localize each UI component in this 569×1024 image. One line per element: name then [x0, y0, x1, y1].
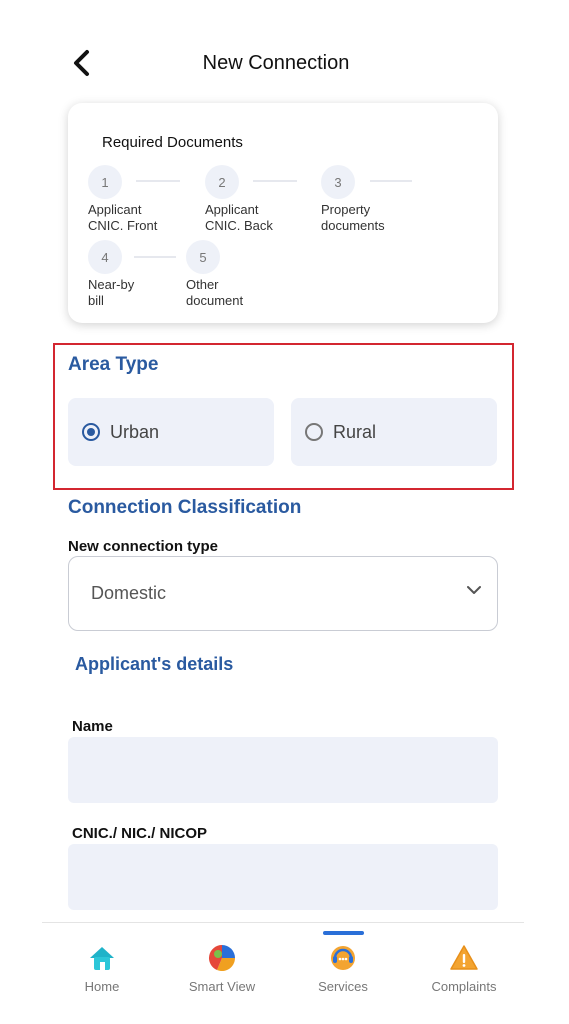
bottom-navigation: Home Smart View Services Complaints: [42, 922, 524, 1024]
nav-home[interactable]: Home: [72, 923, 132, 994]
step-number: 1: [88, 165, 122, 199]
step-number: 5: [186, 240, 220, 274]
step-connector: [136, 180, 180, 182]
step-connector: [134, 256, 176, 258]
step-3-label: Property documents: [321, 202, 385, 233]
support-agent-icon: [328, 943, 358, 973]
nav-complaints-label: Complaints: [431, 979, 497, 994]
nav-services[interactable]: Services: [308, 923, 378, 994]
step-2-label: Applicant CNIC. Back: [205, 202, 273, 233]
nav-services-label: Services: [318, 979, 368, 994]
area-type-title: Area Type: [68, 354, 159, 375]
pie-chart-icon: [207, 943, 237, 973]
step-number: 3: [321, 165, 355, 199]
step-1-label: Applicant CNIC. Front: [88, 202, 158, 233]
cnic-label: CNIC./ NIC./ NICOP: [72, 825, 208, 842]
nav-smart-view[interactable]: Smart View: [182, 923, 262, 994]
nav-smart-view-label: Smart View: [188, 979, 256, 994]
cnic-input[interactable]: [68, 844, 498, 910]
home-icon: [87, 943, 117, 973]
name-label: Name: [72, 718, 113, 735]
chevron-down-icon: [467, 586, 481, 594]
radio-urban-label: Urban: [110, 421, 160, 442]
step-1[interactable]: 1: [88, 165, 122, 199]
connection-type-label: New connection type: [68, 538, 219, 555]
radio-unselected-icon: [305, 423, 323, 441]
required-documents-card: Required Documents 1 Applicant CNIC. Fro…: [68, 103, 498, 323]
app-header: New Connection: [0, 0, 569, 110]
connection-type-value: Domestic: [91, 583, 167, 603]
warning-icon: [449, 943, 479, 973]
required-documents-title: Required Documents: [102, 134, 243, 151]
step-4[interactable]: 4: [88, 240, 122, 274]
step-3[interactable]: 3: [321, 165, 355, 199]
radio-selected-icon: [82, 423, 100, 441]
radio-urban[interactable]: Urban: [68, 398, 274, 466]
step-2[interactable]: 2: [205, 165, 239, 199]
radio-rural-label: Rural: [333, 421, 377, 442]
connection-classification-title: Connection Classification: [68, 497, 302, 518]
step-number: 4: [88, 240, 122, 274]
step-connector: [253, 180, 297, 182]
nav-home-label: Home: [84, 979, 120, 994]
page-title: New Connection: [202, 52, 350, 74]
step-connector: [370, 180, 412, 182]
applicant-details-title: Applicant's details: [75, 654, 234, 674]
step-5[interactable]: 5: [186, 240, 220, 274]
step-4-label: Near-by bill: [88, 277, 135, 308]
step-number: 2: [205, 165, 239, 199]
name-input[interactable]: [68, 737, 498, 803]
radio-rural[interactable]: Rural: [291, 398, 497, 466]
connection-type-select[interactable]: Domestic: [68, 556, 498, 631]
nav-complaints[interactable]: Complaints: [424, 923, 504, 994]
step-5-label: Other document: [186, 277, 244, 308]
